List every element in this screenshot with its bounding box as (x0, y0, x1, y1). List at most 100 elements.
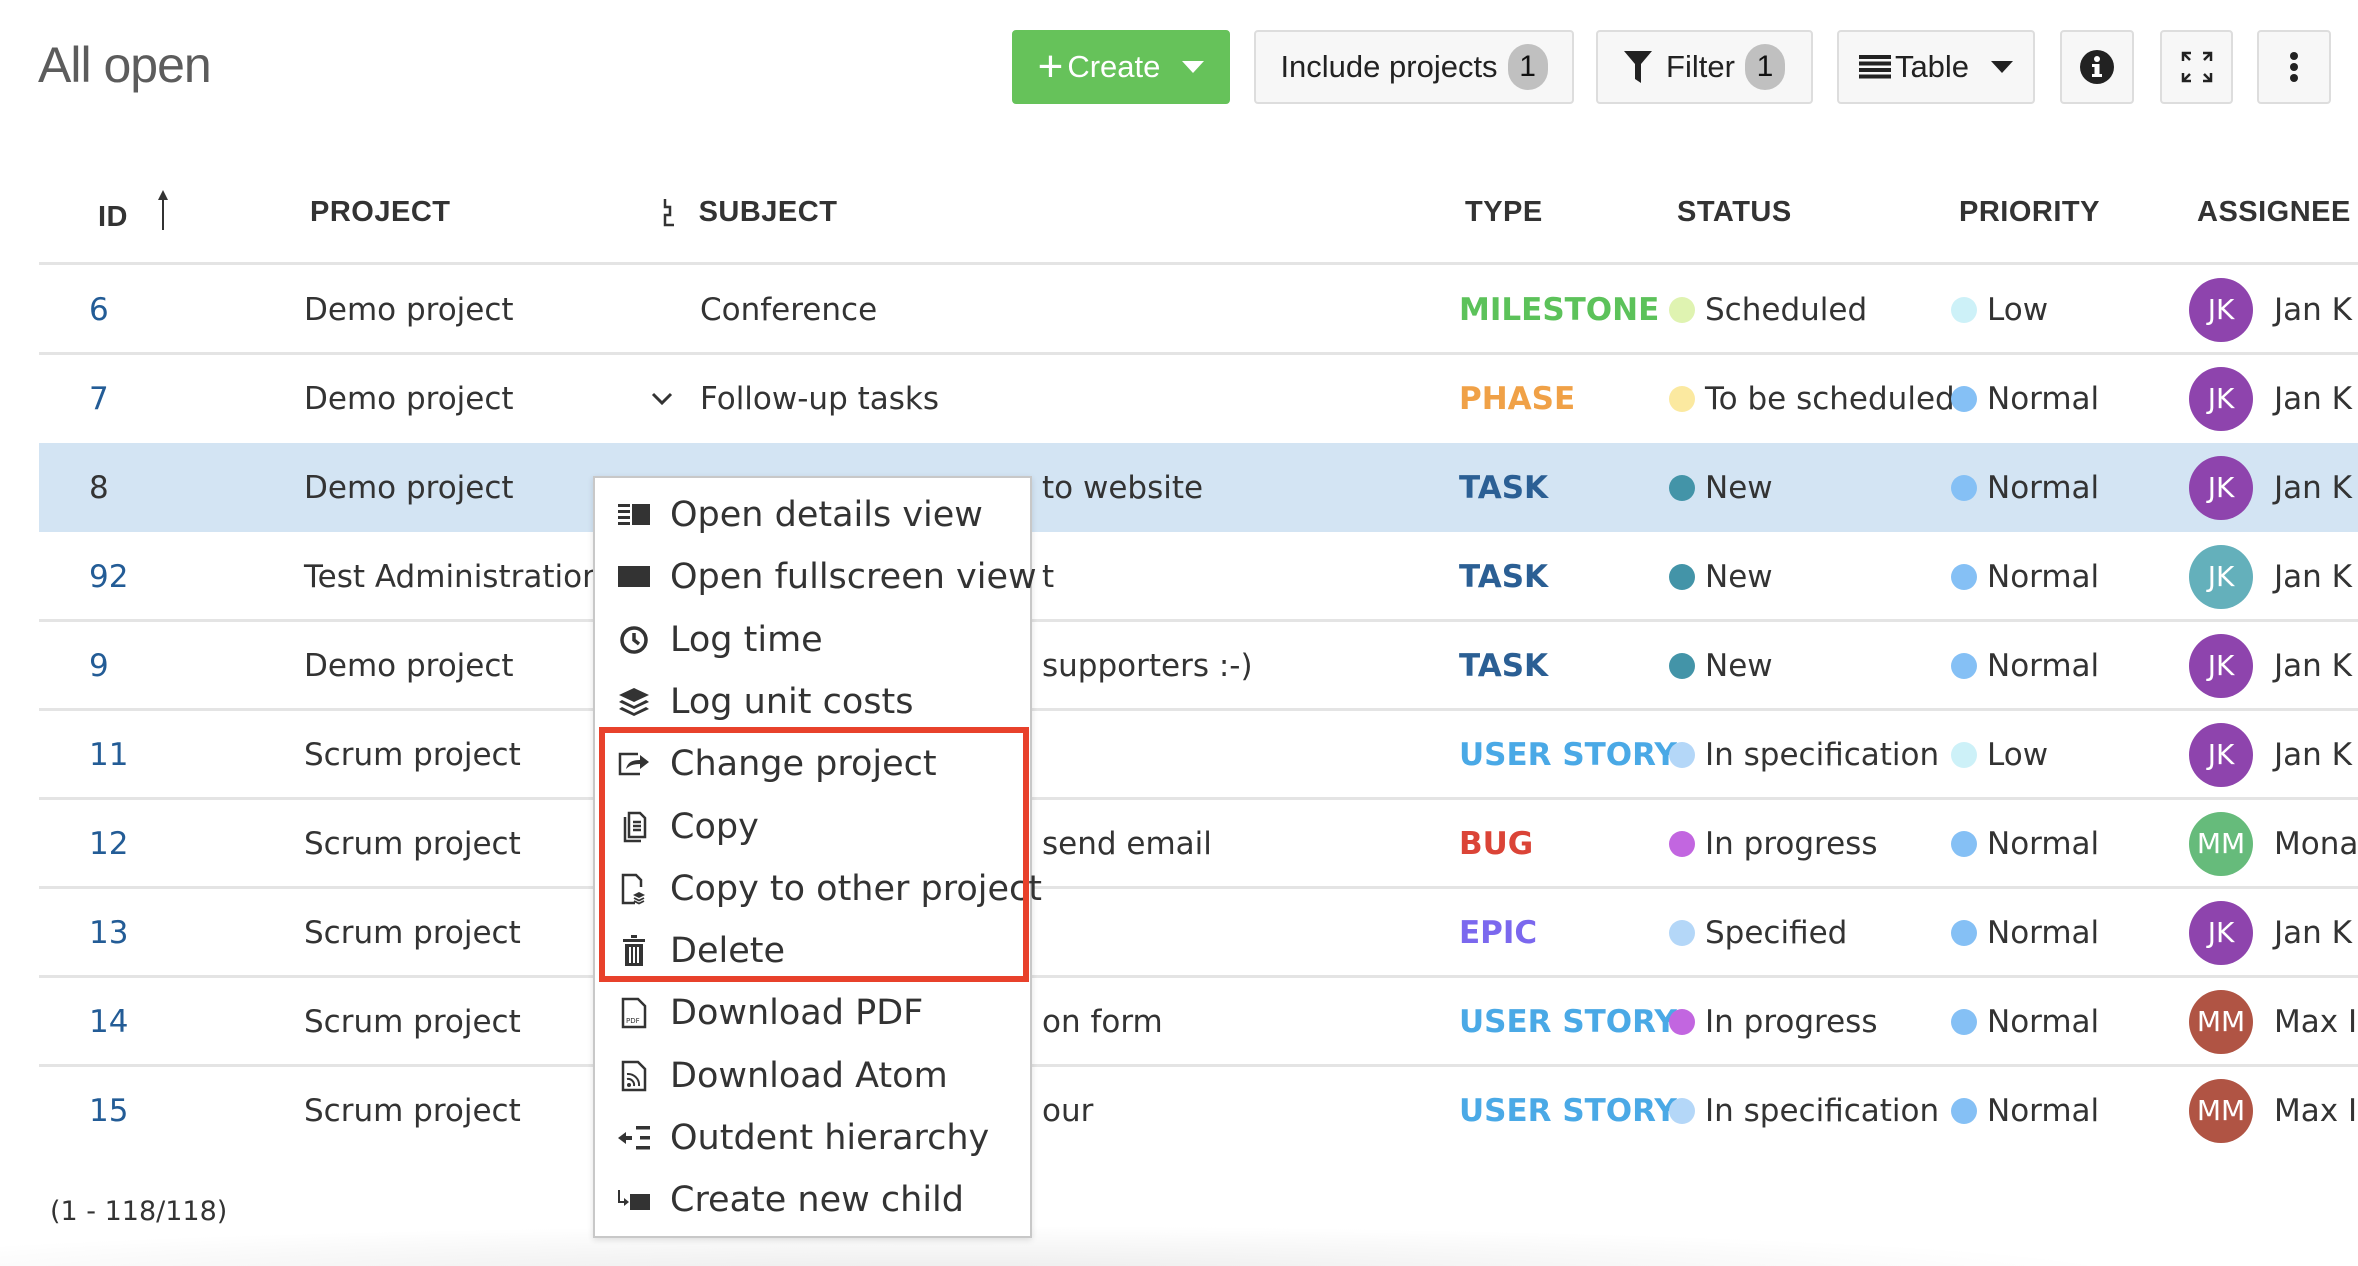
table-row[interactable]: 6 Demo project Conference MILESTONE Schedule… (39, 265, 2358, 354)
column-header-assignee[interactable]: ASSIGNEE (2197, 190, 2351, 234)
include-projects-button[interactable]: Include projects 1 (1254, 30, 1574, 104)
more-actions-button[interactable] (2257, 30, 2331, 104)
assignee-cell[interactable]: JK (2189, 621, 2253, 710)
work-package-id-link[interactable]: 9 (89, 621, 109, 710)
fullscreen-button[interactable] (2160, 30, 2233, 104)
column-header-status[interactable]: STATUS (1677, 190, 1792, 234)
filter-button[interactable]: Filter 1 (1596, 30, 1813, 104)
assignee-cell[interactable]: MM (2189, 1066, 2253, 1155)
work-package-id-link[interactable]: 6 (89, 265, 109, 354)
priority-cell[interactable]: Normal (1951, 354, 2099, 443)
column-header-project[interactable]: PROJECT (310, 190, 450, 234)
priority-cell[interactable]: Low (1951, 265, 2048, 354)
table-row[interactable]: 11 Scrum project USER STORY In specificatio… (39, 710, 2358, 799)
priority-cell[interactable]: Normal (1951, 799, 2099, 888)
subject-cell[interactable]: Follow-up tasks (700, 354, 939, 443)
work-package-id-link[interactable]: 15 (89, 1066, 128, 1155)
priority-dot-icon (1951, 474, 1977, 501)
priority-cell[interactable]: Normal (1951, 1066, 2099, 1155)
assignee-cell[interactable]: JK (2189, 532, 2253, 621)
status-cell[interactable]: Scheduled (1669, 265, 1867, 354)
priority-dot-icon (1951, 1097, 1977, 1124)
subject-cell[interactable]: supporters :-) (1042, 621, 1253, 710)
menu-item-download-atom[interactable]: Download Atom (595, 1045, 1030, 1107)
column-header-id[interactable]: ID (98, 190, 169, 243)
priority-cell[interactable]: Normal (1951, 621, 2099, 710)
column-header-subject[interactable]: SUBJECT (662, 190, 837, 240)
status-cell[interactable]: New (1669, 621, 1773, 710)
table-row[interactable]: 92 Test Administration t TASK New Normal JK Jan… (39, 532, 2358, 621)
status-cell[interactable]: To be scheduled (1669, 354, 1955, 443)
assignee-cell[interactable]: JK (2189, 710, 2253, 799)
assignee-name[interactable]: Jan K (2274, 265, 2352, 354)
status-cell[interactable]: New (1669, 443, 1773, 532)
info-button[interactable] (2060, 30, 2134, 104)
subject-cell[interactable]: Conference (700, 265, 877, 354)
view-mode-dropdown[interactable]: Table (1837, 30, 2035, 104)
menu-item-outdent-hierarchy[interactable]: Outdent hierarchy (595, 1107, 1030, 1169)
menu-item-change-project[interactable]: Change project (595, 733, 1030, 795)
assignee-cell[interactable]: MM (2189, 977, 2253, 1066)
status-cell[interactable]: In progress (1669, 977, 1877, 1066)
assignee-cell[interactable]: JK (2189, 265, 2253, 354)
work-package-id-link[interactable]: 92 (89, 532, 128, 621)
priority-cell[interactable]: Normal (1951, 532, 2099, 621)
assignee-name[interactable]: Jan K (2274, 354, 2352, 443)
work-package-id-link[interactable]: 12 (89, 799, 128, 888)
assignee-name[interactable]: Jan K (2274, 888, 2352, 977)
assignee-name[interactable]: Max I (2274, 1066, 2357, 1155)
create-button[interactable]: + Create (1012, 30, 1230, 104)
assignee-cell[interactable]: MM (2189, 799, 2253, 888)
work-package-id-link[interactable]: 8 (89, 443, 109, 532)
priority-cell[interactable]: Normal (1951, 443, 2099, 532)
table-row[interactable]: 13 Scrum project EPIC Specified Normal JK Jan … (39, 888, 2358, 977)
assignee-name[interactable]: Jan K (2274, 443, 2352, 532)
menu-item-copy[interactable]: Copy (595, 796, 1030, 858)
subject-cell[interactable]: on form (1042, 977, 1163, 1066)
menu-item-open-fullscreen-view[interactable]: Open fullscreen view (595, 546, 1037, 608)
assignee-name[interactable]: Jan K (2274, 621, 2352, 710)
assignee-cell[interactable]: JK (2189, 888, 2253, 977)
subject-cell[interactable]: to website (1042, 443, 1203, 532)
priority-cell[interactable]: Low (1951, 710, 2048, 799)
hierarchy-icon[interactable] (662, 196, 676, 240)
priority-cell[interactable]: Normal (1951, 888, 2099, 977)
sort-ascending-icon[interactable] (157, 190, 169, 243)
status-cell[interactable]: In progress (1669, 799, 1877, 888)
table-row[interactable]: 7 Demo project Follow-up tasks PHASE To be s… (39, 354, 2358, 443)
table-row[interactable]: 15 Scrum project our USER STORY In specifica… (39, 1066, 2358, 1155)
column-header-type[interactable]: TYPE (1465, 190, 1543, 234)
work-package-id-link[interactable]: 13 (89, 888, 128, 977)
menu-item-log-time[interactable]: Log time (595, 609, 1030, 671)
menu-item-log-unit-costs[interactable]: Log unit costs (595, 671, 1030, 733)
chevron-down-icon[interactable] (651, 354, 673, 443)
subject-cell[interactable]: send email (1042, 799, 1212, 888)
menu-item-delete[interactable]: Delete (595, 920, 1030, 982)
table-row[interactable]: 8 Demo project to website TASK New Normal JK Ja… (39, 443, 2358, 532)
menu-item-copy-to-other-project[interactable]: Copy to other project (595, 858, 1042, 920)
table-row[interactable]: 9 Demo project supporters :-) TASK New Normal… (39, 621, 2358, 710)
subject-cell[interactable]: t (1042, 532, 1054, 621)
table-row[interactable]: 14 Scrum project on form USER STORY In progr… (39, 977, 2358, 1066)
assignee-name[interactable]: Max I (2274, 977, 2357, 1066)
work-package-id-link[interactable]: 14 (89, 977, 128, 1066)
status-cell[interactable]: Specified (1669, 888, 1847, 977)
assignee-cell[interactable]: JK (2189, 354, 2253, 443)
status-cell[interactable]: In specification (1669, 710, 1939, 799)
status-cell[interactable]: In specification (1669, 1066, 1939, 1155)
priority-cell[interactable]: Normal (1951, 977, 2099, 1066)
split-view-icon (617, 498, 651, 532)
work-package-id-link[interactable]: 7 (89, 354, 109, 443)
assignee-name[interactable]: Jan K (2274, 532, 2352, 621)
table-row[interactable]: 12 Scrum project send email BUG In progress N… (39, 799, 2358, 888)
menu-item-download-pdf[interactable]: PDF Download PDF (595, 982, 1030, 1044)
status-cell[interactable]: New (1669, 532, 1773, 621)
assignee-cell[interactable]: JK (2189, 443, 2253, 532)
menu-item-open-details-view[interactable]: Open details view (595, 484, 1030, 546)
assignee-name[interactable]: Jan K (2274, 710, 2352, 799)
subject-cell[interactable]: our (1042, 1066, 1093, 1155)
assignee-name[interactable]: Mona (2274, 799, 2358, 888)
column-header-priority[interactable]: PRIORITY (1959, 190, 2100, 234)
work-package-id-link[interactable]: 11 (89, 710, 128, 799)
menu-item-create-new-child[interactable]: Create new child (595, 1169, 1030, 1231)
